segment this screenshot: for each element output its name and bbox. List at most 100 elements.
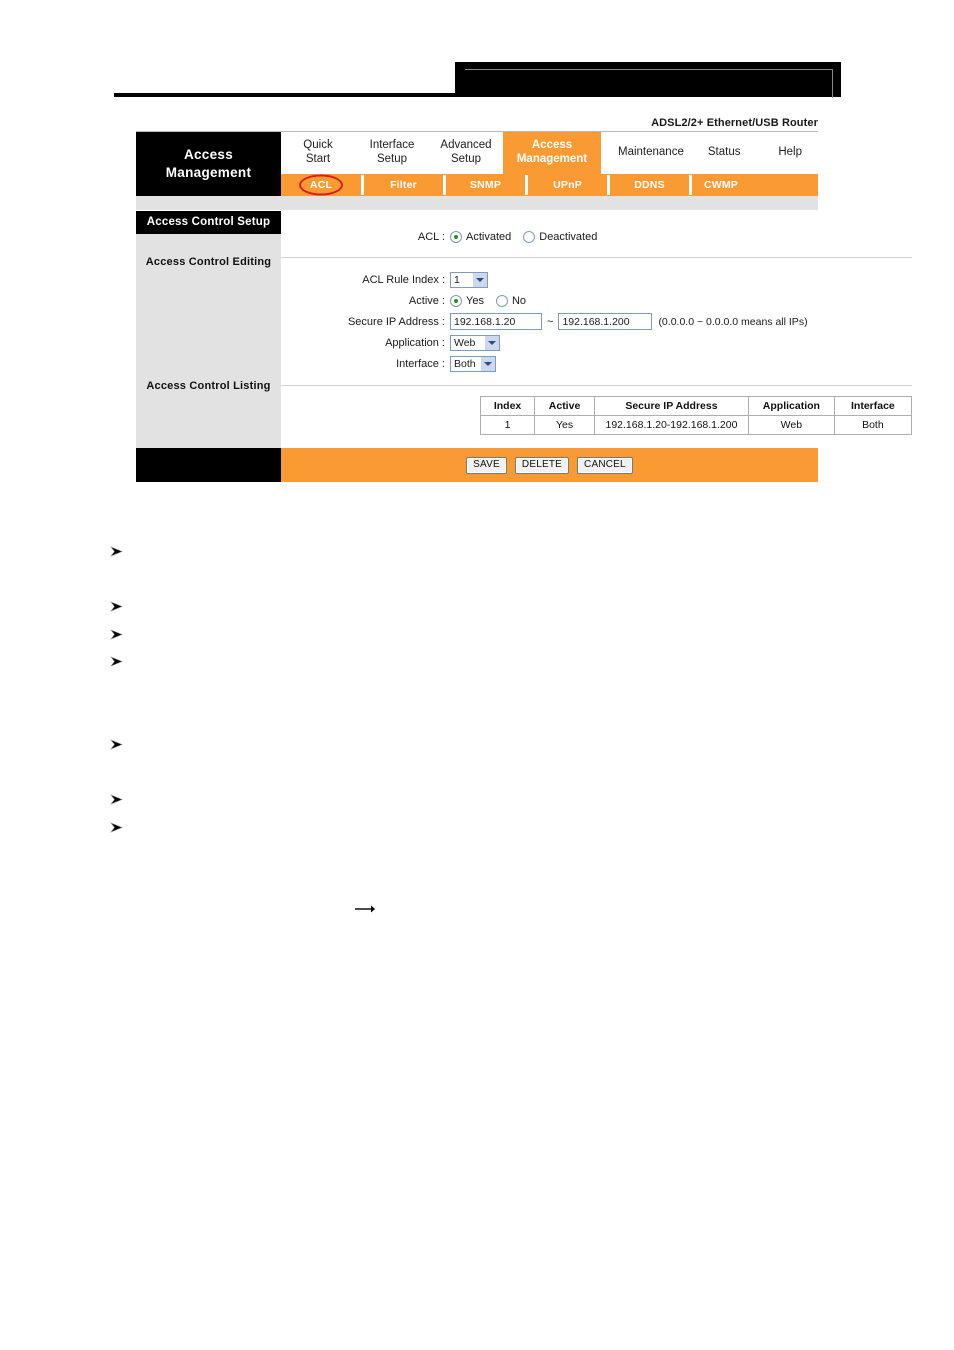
- submenu-item-acl[interactable]: ACL: [281, 174, 361, 196]
- list-item: [110, 821, 128, 835]
- secure-ip-hint: (0.0.0.0 ~ 0.0.0.0 means all IPs): [658, 315, 808, 328]
- secure-ip-start-input[interactable]: 192.168.1.20: [450, 313, 542, 330]
- menu-label-line1: Help: [778, 146, 802, 159]
- active-no-label: No: [511, 294, 527, 307]
- submenu-item-cwmp[interactable]: CWMP: [692, 174, 818, 196]
- arrowhead-bullet-icon: [110, 655, 124, 668]
- menu-item-quick-start[interactable]: Quick Start: [281, 132, 355, 174]
- acl-label: ACL :: [417, 231, 445, 243]
- interface-row: Interface : Both: [281, 354, 912, 373]
- sidebar-heading-setup: Access Control Setup: [136, 211, 281, 234]
- cancel-button[interactable]: CANCEL: [577, 456, 633, 474]
- active-row: Active : Yes No: [281, 291, 912, 310]
- arrowhead-bullet-icon: [110, 600, 124, 613]
- sidebar-heading-editing: Access Control Editing: [145, 256, 272, 268]
- application-value: Web: [454, 336, 476, 349]
- cell-interface: Both: [833, 415, 913, 435]
- menu-label-line2: Setup: [376, 153, 408, 165]
- menu-item-maintenance[interactable]: Maintenance: [611, 132, 691, 174]
- rule-index-select[interactable]: 1: [450, 271, 488, 288]
- submenu-item-ddns[interactable]: DDNS: [610, 174, 689, 196]
- save-button[interactable]: SAVE: [466, 456, 507, 474]
- chevron-down-icon: [480, 356, 495, 371]
- delete-button[interactable]: DELETE: [514, 456, 570, 474]
- secure-ip-range-separator: ~: [547, 315, 554, 328]
- access-control-editing-section: ACL Rule Index : 1 Active : Yes No Secur…: [281, 258, 912, 386]
- submenu-label: DDNS: [634, 179, 665, 191]
- menu-label-line1: Interface: [369, 139, 415, 152]
- menu-item-access-management[interactable]: Access Management: [503, 132, 601, 174]
- brand-line-1: Access: [183, 147, 234, 163]
- menu-label-line1: Maintenance: [618, 146, 684, 159]
- active-radio-group: Yes No: [450, 294, 538, 307]
- cell-secure-ip: 192.168.1.20-192.168.1.200: [593, 415, 749, 435]
- access-control-listing-section: Index Active Secure IP Address Applicati…: [281, 386, 913, 448]
- table-row[interactable]: 1 Yes 192.168.1.20-192.168.1.200 Web Bot…: [479, 415, 913, 435]
- nav-bottom-strip: [136, 196, 818, 211]
- menu-item-interface-setup[interactable]: Interface Setup: [355, 132, 429, 174]
- active-label: Active :: [408, 294, 445, 307]
- menu-label-line1: Advanced: [440, 139, 492, 152]
- content-area: Access Control Setup Access Control Edit…: [136, 211, 913, 448]
- active-yes-label: Yes: [466, 294, 484, 307]
- secure-ip-end-input[interactable]: 192.168.1.200: [558, 313, 653, 330]
- header-black-block: [455, 62, 841, 98]
- chevron-down-icon: [484, 335, 499, 350]
- header-block-inner-border: [465, 69, 833, 98]
- menu-label-line1: Quick: [303, 139, 333, 152]
- acl-activated-radio[interactable]: [450, 231, 462, 243]
- active-no-radio[interactable]: [495, 294, 508, 307]
- page-header-decoration: [0, 0, 954, 110]
- right-arrow-icon: [355, 902, 375, 916]
- list-item: [110, 655, 128, 669]
- interface-value: Both: [454, 357, 476, 370]
- interface-select[interactable]: Both: [450, 355, 496, 372]
- arrowhead-bullet-icon: [110, 738, 124, 751]
- interface-label: Interface :: [396, 357, 445, 370]
- main-menu: Quick Start Interface Setup Advanced Set…: [281, 132, 818, 174]
- secure-ip-label: Secure IP Address :: [347, 315, 445, 328]
- column-header-application: Application: [747, 396, 835, 416]
- acl-listing-table: Index Active Secure IP Address Applicati…: [479, 396, 913, 435]
- application-select[interactable]: Web: [450, 334, 500, 351]
- application-row: Application : Web: [281, 333, 912, 352]
- submenu-label: Filter: [390, 179, 417, 191]
- cell-active: Yes: [534, 415, 595, 435]
- list-item: [110, 738, 128, 752]
- acl-deactivated-radio[interactable]: [523, 231, 536, 243]
- submenu-item-upnp[interactable]: UPnP: [528, 174, 607, 196]
- list-item: [110, 793, 128, 807]
- brand-panel: Access Management: [136, 132, 281, 196]
- acl-activated-label: Activated: [466, 231, 512, 243]
- menu-item-help[interactable]: Help: [771, 132, 818, 174]
- rule-index-row: ACL Rule Index : 1: [281, 270, 912, 289]
- submenu-item-snmp[interactable]: SNMP: [446, 174, 525, 196]
- footer-bar: SAVE DELETE CANCEL: [136, 448, 818, 482]
- acl-radio-group: Activated Deactivated: [450, 231, 609, 243]
- menu-item-status[interactable]: Status: [701, 132, 748, 174]
- submenu-item-filter[interactable]: Filter: [364, 174, 443, 196]
- menu-label-line2: Management: [516, 153, 588, 165]
- brand-line-2: Management: [165, 165, 252, 180]
- submenu-label: UPnP: [553, 179, 582, 191]
- nav-right-column: Quick Start Interface Setup Advanced Set…: [281, 132, 818, 196]
- menu-label-line2: Start: [305, 153, 331, 165]
- header-rule-line: [114, 93, 456, 97]
- list-item: [110, 628, 128, 642]
- submenu-label: CWMP: [703, 179, 739, 191]
- application-label: Application :: [385, 336, 445, 349]
- active-yes-radio[interactable]: [450, 294, 462, 307]
- menu-label-line2: Setup: [450, 153, 482, 165]
- footer-left-block: [136, 448, 281, 482]
- router-model-label: ADSL2/2+ Ethernet/USB Router: [136, 117, 818, 132]
- arrowhead-bullet-icon: [110, 821, 124, 834]
- table-header-row: Index Active Secure IP Address Applicati…: [479, 396, 913, 416]
- secure-ip-row: Secure IP Address : 192.168.1.20 ~ 192.1…: [281, 312, 912, 331]
- cell-application: Web: [747, 415, 835, 435]
- arrowhead-bullet-icon: [110, 628, 124, 641]
- menu-item-advanced-setup[interactable]: Advanced Setup: [429, 132, 503, 174]
- column-header-interface: Interface: [833, 396, 913, 416]
- acl-enable-section: ACL : Activated Deactivated: [281, 211, 912, 258]
- acl-deactivated-label: Deactivated: [539, 231, 598, 243]
- submenu-label: SNMP: [469, 179, 502, 191]
